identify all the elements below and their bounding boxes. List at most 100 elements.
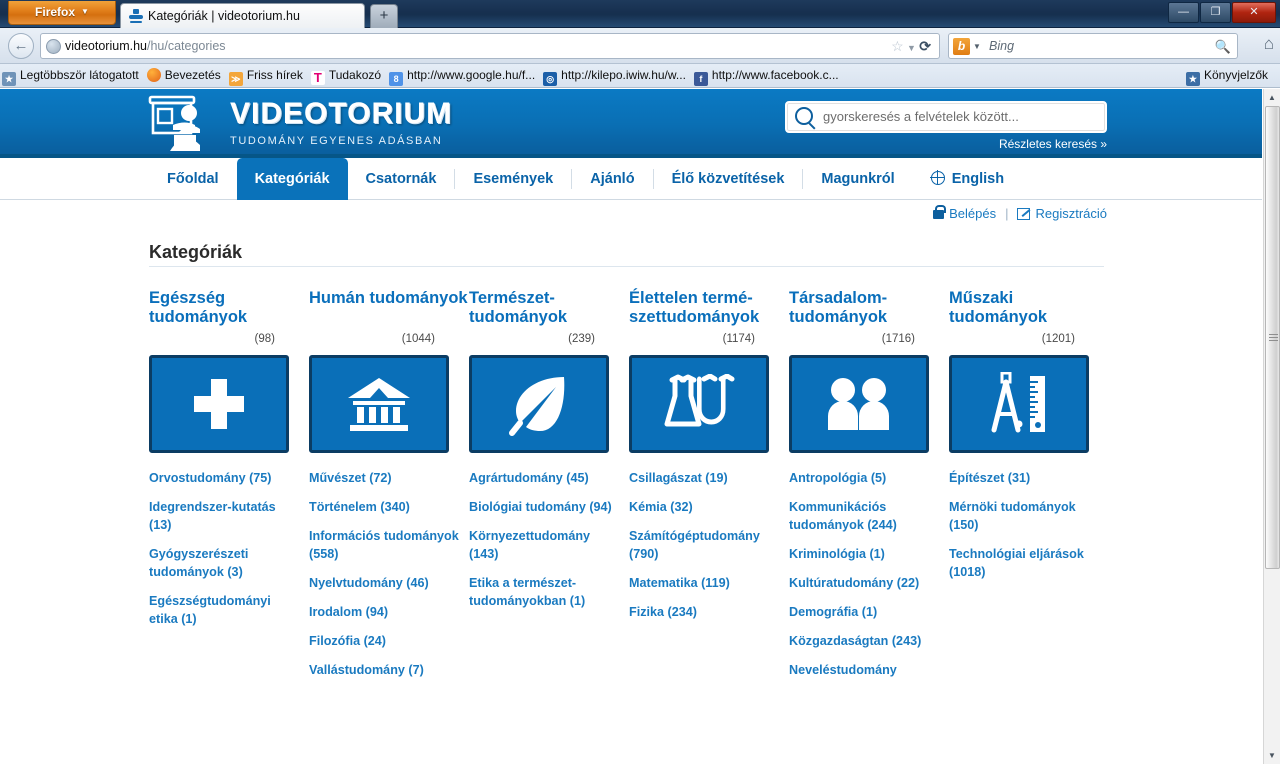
home-button[interactable]: ⌂ <box>1264 34 1274 54</box>
category-count: (1044) <box>401 333 435 345</box>
sublink[interactable]: Kommunikációs tudományok (244) <box>789 498 939 534</box>
site-nav-items: Főoldal Kategóriák Csatornák Események A… <box>149 158 1022 200</box>
vertical-scrollbar[interactable]: ▲ ▼ <box>1263 89 1280 764</box>
bookmark-item[interactable]: 8 http://www.google.hu/f... <box>387 64 541 87</box>
sublink[interactable]: Művészet (72) <box>309 469 459 487</box>
sublink[interactable]: Építészet (31) <box>949 469 1099 487</box>
sublink[interactable]: Neveléstudomány <box>789 661 939 679</box>
category-tile-tarsadalom[interactable] <box>789 355 929 453</box>
browser-tab[interactable]: Kategóriák | videotorium.hu <box>120 3 365 28</box>
sublink[interactable]: Agrártudomány (45) <box>469 469 619 487</box>
reload-icon[interactable]: ⟳ <box>919 38 931 54</box>
nav-item-ajanlo[interactable]: Ajánló <box>572 158 652 200</box>
nav-item-kategoriak[interactable]: Kategóriák <box>236 158 348 200</box>
nav-item-fooldal[interactable]: Főoldal <box>149 158 237 200</box>
telekom-icon: T <box>310 71 325 85</box>
site-logo[interactable]: VIDEOTORIUM TUDOMÁNY EGYENES ADÁSBAN <box>148 95 452 151</box>
sublink[interactable]: Fizika (234) <box>629 603 779 621</box>
bookmark-star-icon[interactable]: ☆ <box>891 38 904 54</box>
nav-item-esemenyek[interactable]: Események <box>455 158 571 200</box>
close-button[interactable]: ✕ <box>1232 2 1276 23</box>
bookmark-item[interactable]: ★ Legtöbbször látogatott <box>0 64 145 87</box>
sublink[interactable]: Számítógéptudomány (790) <box>629 527 779 563</box>
facebook-icon: f <box>693 72 708 86</box>
sublink[interactable]: Vallástudomány (7) <box>309 661 459 679</box>
category-title[interactable]: Élettelen termé-szettudományok <box>629 289 789 331</box>
firefox-menu-button[interactable]: Firefox ▼ <box>8 1 116 25</box>
url-input[interactable]: videotorium.hu/hu/categories ☆ ▼ ⟳ <box>40 33 940 59</box>
sublink[interactable]: Kultúratudomány (22) <box>789 574 939 592</box>
sublink[interactable]: Mérnöki tudományok (150) <box>949 498 1099 534</box>
sublink[interactable]: Információs tudományok (558) <box>309 527 459 563</box>
register-label: Regisztráció <box>1035 206 1107 221</box>
nav-item-english[interactable]: English <box>913 158 1022 200</box>
bookmark-item[interactable]: f http://www.facebook.c... <box>692 64 845 87</box>
maximize-button[interactable]: ❐ <box>1200 2 1231 23</box>
category-column-human: Humán tudományok (1044) Művészet (72) Tö… <box>309 289 469 690</box>
sublink[interactable]: Technológiai eljárások (1018) <box>949 545 1099 581</box>
url-domain: videotorium.hu <box>65 39 147 53</box>
sublink[interactable]: Irodalom (94) <box>309 603 459 621</box>
bookmarks-menu-button[interactable]: ★ Könyvjelzők <box>1184 64 1274 87</box>
category-title[interactable]: Egészség tudományok <box>149 289 309 331</box>
sublink[interactable]: Gyógyszerészeti tudományok (3) <box>149 545 299 581</box>
nav-item-csatornak[interactable]: Csatornák <box>348 158 455 200</box>
category-title[interactable]: Humán tudományok <box>309 289 469 331</box>
category-tile-termeszet[interactable] <box>469 355 609 453</box>
category-title[interactable]: Természet-tudományok <box>469 289 629 331</box>
sublink[interactable]: Etika a természet-tudományokban (1) <box>469 574 619 610</box>
sublink[interactable]: Nyelvtudomány (46) <box>309 574 459 592</box>
category-column-egeszseg: Egészség tudományok (98) Orvostudomány (… <box>149 289 309 690</box>
category-tile-human[interactable] <box>309 355 449 453</box>
nav-item-elo-kozvetitesek[interactable]: Élő közvetítések <box>654 158 803 200</box>
bing-icon: b <box>953 38 970 55</box>
category-tile-elettelen[interactable] <box>629 355 769 453</box>
nav-item-magunkrol[interactable]: Magunkról <box>803 158 912 200</box>
category-tile-egeszseg[interactable] <box>149 355 289 453</box>
chevron-down-icon[interactable]: ▼ <box>973 34 981 59</box>
sublink[interactable]: Kriminológia (1) <box>789 545 939 563</box>
login-link[interactable]: Belépés <box>933 205 996 221</box>
sublink[interactable]: Kémia (32) <box>629 498 779 516</box>
sublink[interactable]: Antropológia (5) <box>789 469 939 487</box>
plus-cross-icon <box>188 373 250 435</box>
category-count: (239) <box>568 333 595 345</box>
sublink[interactable]: Idegrendszer-kutatás (13) <box>149 498 299 534</box>
bookmark-item[interactable]: ≫ Friss hírek <box>227 64 309 87</box>
scroll-down-arrow-icon[interactable]: ▼ <box>1264 747 1280 764</box>
sublink[interactable]: Orvostudomány (75) <box>149 469 299 487</box>
sublink[interactable]: Környezettudomány (143) <box>469 527 619 563</box>
leaf-icon <box>506 371 572 437</box>
sublink[interactable]: Filozófia (24) <box>309 632 459 650</box>
bookmark-item[interactable]: T Tudakozó <box>309 64 387 87</box>
site-search-input[interactable]: gyorskeresés a felvételek között... <box>785 101 1107 133</box>
videotorium-favicon-icon <box>129 9 143 23</box>
category-title[interactable]: Műszaki tudományok <box>949 289 1109 331</box>
minimize-button[interactable]: — <box>1168 2 1199 23</box>
new-tab-button[interactable]: + <box>370 4 398 28</box>
sublink[interactable]: Egészségtudományi etika (1) <box>149 592 299 628</box>
sublink[interactable]: Történelem (340) <box>309 498 459 516</box>
category-title[interactable]: Társadalom-tudományok <box>789 289 949 331</box>
bookmark-item[interactable]: ◎ http://kilepo.iwiw.hu/w... <box>541 64 692 87</box>
sublink[interactable]: Matematika (119) <box>629 574 779 592</box>
globe-icon <box>930 170 945 185</box>
scroll-up-arrow-icon[interactable]: ▲ <box>1264 89 1280 106</box>
bookmark-item[interactable]: Bevezetés <box>145 64 227 87</box>
category-sublinks: Csillagászat (19) Kémia (32) Számítógépt… <box>629 469 779 621</box>
back-button[interactable]: ← <box>8 33 34 59</box>
sublink[interactable]: Demográfia (1) <box>789 603 939 621</box>
sublink[interactable]: Biológiai tudomány (94) <box>469 498 619 516</box>
category-tile-muszaki[interactable] <box>949 355 1089 453</box>
sublink[interactable]: Közgazdaságtan (243) <box>789 632 939 650</box>
scrollbar-thumb[interactable] <box>1265 106 1280 569</box>
search-icon[interactable]: 🔍 <box>1215 34 1231 59</box>
register-link[interactable]: Regisztráció <box>1017 206 1107 221</box>
bookmark-label: http://kilepo.iwiw.hu/w... <box>561 68 686 82</box>
advanced-search-link[interactable]: Részletes keresés » <box>999 137 1107 151</box>
category-column-tarsadalom: Társadalom-tudományok (1716) Antropológi… <box>789 289 949 690</box>
browser-search-engine-label: Bing <box>989 39 1015 53</box>
sublink[interactable]: Csillagászat (19) <box>629 469 779 487</box>
chevron-down-icon[interactable]: ▼ <box>907 43 916 53</box>
browser-search-input[interactable]: b ▼ Bing 🔍 <box>948 33 1238 59</box>
